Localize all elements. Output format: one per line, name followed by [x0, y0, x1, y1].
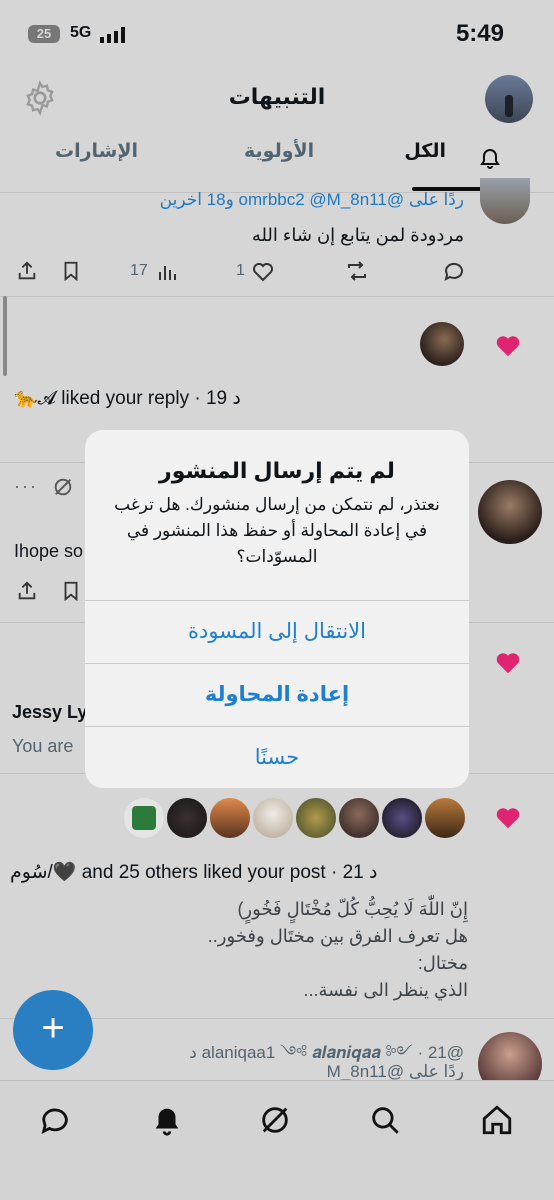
dialog-title: لم يتم إرسال المنشور [159, 458, 395, 483]
home-icon[interactable] [480, 1103, 514, 1137]
post-line: مختال: [417, 953, 468, 973]
reply-to-line[interactable]: ردًا على @M_8n11 [327, 1062, 464, 1082]
avatar[interactable] [251, 796, 295, 840]
signal-icon [100, 27, 125, 43]
post-text: Ihope so [14, 541, 84, 561]
avatar[interactable] [337, 796, 381, 840]
bookmark-icon[interactable] [60, 580, 82, 602]
tab-priority[interactable]: الأولوية [244, 140, 314, 163]
retry-button[interactable]: إعادة المحاولة [85, 663, 469, 726]
reply-to-line[interactable]: ردًا على @omrbbc2 @M_8n11 و18 اخرين [160, 190, 464, 210]
likes-count: 1 [236, 262, 245, 279]
views-icon[interactable] [157, 262, 177, 282]
tab-bar: الكل الأولوية الإشارات [0, 140, 554, 191]
heart-icon [496, 653, 520, 674]
grok-icon[interactable] [258, 1103, 292, 1137]
liker-avatars[interactable] [122, 796, 467, 840]
avatar[interactable] [122, 796, 166, 840]
ok-button[interactable]: حسنًا [85, 726, 469, 788]
tab-all[interactable]: الكل [404, 140, 446, 163]
compose-button[interactable]: + [13, 990, 93, 1070]
avatar[interactable] [423, 796, 467, 840]
like-notification-text: سُوم/🖤 and 25 others liked your post · 2… [10, 862, 378, 883]
status-bar: 25 5G 5:49 [0, 0, 554, 70]
messages-icon[interactable] [38, 1103, 72, 1137]
avatar[interactable] [208, 796, 252, 840]
battery-indicator: 25 [28, 25, 60, 43]
grok-icon[interactable] [52, 476, 74, 498]
post-preview: إِنّ اللّٰهَ لَا يُحِبُّ كُلّ مُخْتَالٍ … [208, 896, 468, 1004]
post-text: مردودة لمن يتابع إن شاء الله [251, 225, 464, 245]
avatar[interactable] [165, 796, 209, 840]
network-label: 5G [70, 24, 92, 41]
clock: 5:49 [455, 20, 504, 47]
search-icon[interactable] [368, 1103, 402, 1137]
like-notification-text: 🐆𝓐 liked your reply · 19 د [14, 388, 241, 409]
heart-icon [496, 336, 520, 357]
post-line: الذي ينظر الى نفسة... [303, 980, 468, 1000]
share-icon[interactable] [16, 580, 38, 602]
bottom-nav [0, 1080, 554, 1200]
avatar[interactable] [380, 796, 424, 840]
go-to-draft-button[interactable]: الانتقال إلى المسودة [85, 600, 469, 663]
post-line: إِنّ اللّٰهَ لَا يُحِبُّ كُلّ مُخْتَالٍ … [237, 899, 468, 919]
repost-icon[interactable] [344, 259, 370, 283]
divider [0, 296, 554, 297]
heart-icon [496, 808, 520, 829]
views-count: 17 [130, 262, 148, 279]
profile-avatar[interactable] [485, 75, 533, 123]
liker-avatar[interactable] [420, 322, 464, 366]
like-icon[interactable] [250, 259, 276, 283]
tab-mentions[interactable]: الإشارات [55, 140, 138, 163]
scroll-indicator [3, 296, 7, 376]
share-icon[interactable] [16, 260, 38, 282]
avatar[interactable] [478, 480, 542, 544]
post-text: You are [12, 736, 74, 756]
error-dialog: لم يتم إرسال المنشور نعتذر، لم نتمكن من … [85, 430, 469, 788]
bookmark-icon[interactable] [60, 260, 82, 282]
avatar[interactable] [294, 796, 338, 840]
user-name[interactable]: Jessy Ly [12, 702, 87, 723]
dialog-message: نعتذر، لم نتمكن من إرسال منشورك. هل ترغب… [114, 495, 440, 566]
avatar[interactable] [480, 178, 530, 224]
post-line: هل تعرف الفرق بين مختَال وفخور.. [207, 926, 468, 946]
bell-icon[interactable] [150, 1103, 184, 1137]
reply-icon[interactable] [441, 259, 467, 283]
more-icon[interactable]: ··· [14, 476, 38, 497]
bell-icon [480, 149, 500, 169]
page-title: التنبيهات [228, 84, 326, 109]
